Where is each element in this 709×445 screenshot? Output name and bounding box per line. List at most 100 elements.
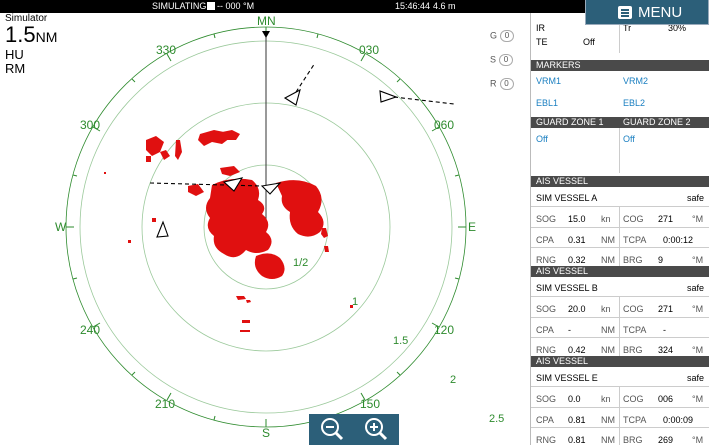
gain-label: G bbox=[490, 30, 498, 41]
vessel-state: safe bbox=[687, 283, 705, 293]
cpa-value: 0.31 bbox=[568, 235, 586, 245]
cog-unit: °M bbox=[692, 394, 704, 404]
guard-zone-2-header: GUARD ZONE 2 bbox=[623, 117, 691, 127]
guard-zone-1-value[interactable]: Off bbox=[536, 134, 548, 144]
sog-unit: kn bbox=[601, 304, 611, 314]
rng-label: RNG bbox=[536, 345, 556, 355]
brg-label: BRG bbox=[623, 345, 643, 355]
ais-vessel-card[interactable]: SIM VESSEL B safe SOG 20.0 kn COG 271 °M… bbox=[531, 277, 709, 357]
radar-info: Simulator 1.5NM HU RM bbox=[5, 13, 57, 76]
ir-label: IR bbox=[536, 23, 545, 33]
sea-control[interactable]: S0 bbox=[490, 54, 514, 66]
rain-control[interactable]: R0 bbox=[490, 78, 514, 90]
cog-value: 271 bbox=[658, 214, 674, 224]
rng-value: 0.32 bbox=[568, 255, 586, 265]
echo-small-1 bbox=[175, 140, 182, 160]
echo-cluster-east bbox=[276, 180, 324, 237]
vessel-name: SIM VESSEL B bbox=[536, 283, 598, 293]
ais-vessel-header: AIS VESSEL bbox=[531, 176, 709, 187]
ais-vessel-b-icon[interactable] bbox=[283, 88, 301, 106]
ring-label-2-5: 2.5 bbox=[489, 413, 505, 425]
ais-vessel-a-icon[interactable] bbox=[260, 182, 282, 195]
brg-unit: °M bbox=[692, 435, 704, 445]
brg-unit: °M bbox=[692, 255, 704, 265]
ais-vessel-card[interactable]: SIM VESSEL E safe SOG 0.0 kn COG 006 °M … bbox=[531, 367, 709, 445]
menu-button[interactable]: MENU bbox=[585, 0, 709, 25]
ais-vessel-e-vector bbox=[393, 96, 455, 105]
tcpa-label: TCPA bbox=[623, 415, 647, 425]
ring-label-1: 1 bbox=[352, 296, 359, 308]
zoom-out-button[interactable] bbox=[319, 416, 345, 442]
guard-zone-header: GUARD ZONE 1 GUARD ZONE 2 bbox=[531, 117, 709, 128]
bearing-label-e: E bbox=[468, 220, 477, 234]
echo-small-2 bbox=[220, 166, 240, 176]
ais-vessel-header: AIS VESSEL bbox=[531, 356, 709, 367]
radar-display[interactable]: MN 330 030 300 060 W E 240 120 210 150 S… bbox=[0, 13, 530, 445]
bearing-label-mn: MN bbox=[257, 14, 276, 28]
rain-label: R bbox=[490, 78, 497, 89]
gain-knob[interactable]: 0 bbox=[500, 30, 515, 42]
status-depth: 4.6 m bbox=[433, 1, 456, 11]
ring-label-1-5: 1.5 bbox=[393, 335, 409, 347]
gain-control[interactable]: G0 bbox=[490, 30, 515, 42]
brg-unit: °M bbox=[692, 345, 704, 355]
ais-vessel-card[interactable]: SIM VESSEL A safe SOG 15.0 kn COG 271 °M… bbox=[531, 187, 709, 267]
rng-value: 0.42 bbox=[568, 345, 586, 355]
cpa-unit: NM bbox=[601, 415, 615, 425]
te-value[interactable]: Off bbox=[583, 37, 595, 47]
te-label: TE bbox=[536, 37, 548, 47]
ais-vessel-header: AIS VESSEL bbox=[531, 266, 709, 277]
guard-zone-2-value[interactable]: Off bbox=[623, 134, 635, 144]
cog-value: 006 bbox=[658, 394, 674, 404]
brg-value: 324 bbox=[658, 345, 674, 355]
ebl2-button[interactable]: EBL2 bbox=[623, 98, 645, 108]
tcpa-label: TCPA bbox=[623, 235, 647, 245]
vrm1-button[interactable]: VRM1 bbox=[536, 76, 561, 86]
sea-knob[interactable]: 0 bbox=[499, 54, 514, 66]
rain-knob[interactable]: 0 bbox=[499, 78, 514, 90]
ring-label-half: 1/2 bbox=[293, 257, 309, 269]
zoom-in-button[interactable] bbox=[363, 416, 389, 442]
radar-echoes bbox=[104, 130, 353, 332]
range-readout[interactable]: 1.5NM bbox=[5, 24, 57, 48]
ebl1-button[interactable]: EBL1 bbox=[536, 98, 558, 108]
cpa-label: CPA bbox=[536, 235, 554, 245]
sog-label: SOG bbox=[536, 394, 557, 404]
data-panel: IR TE Off Tr 30% MARKERS VRM1 VRM2 EBL1 … bbox=[530, 13, 709, 445]
motion-mode[interactable]: RM bbox=[5, 62, 57, 76]
bearing-label-150: 150 bbox=[360, 397, 381, 411]
ais-vessel-d-icon[interactable] bbox=[156, 220, 169, 238]
echo-small-3 bbox=[188, 184, 204, 196]
rng-label: RNG bbox=[536, 255, 556, 265]
cog-label: COG bbox=[623, 304, 644, 314]
bearing-label-w: W bbox=[55, 220, 67, 234]
cpa-value: 0.81 bbox=[568, 415, 586, 425]
sea-label: S bbox=[490, 54, 497, 65]
orientation-mode[interactable]: HU bbox=[5, 48, 57, 62]
ais-vessel-e-icon[interactable] bbox=[379, 90, 398, 103]
rng-unit: NM bbox=[601, 435, 615, 445]
vrm2-button[interactable]: VRM2 bbox=[623, 76, 648, 86]
bearing-label-060: 060 bbox=[434, 118, 455, 132]
sog-unit: kn bbox=[601, 394, 611, 404]
sog-value: 0.0 bbox=[568, 394, 581, 404]
brg-value: 9 bbox=[658, 255, 664, 265]
range-unit: NM bbox=[35, 29, 58, 45]
ais-vessel-b-vector bbox=[295, 62, 316, 93]
rng-unit: NM bbox=[601, 345, 615, 355]
guard-zone-section: Off Off bbox=[531, 128, 709, 173]
bearing-label-210: 210 bbox=[155, 397, 176, 411]
ring-label-2: 2 bbox=[450, 374, 457, 386]
cpa-label: CPA bbox=[536, 415, 554, 425]
bearing-label-240: 240 bbox=[80, 323, 101, 337]
echo-cluster-north bbox=[198, 130, 240, 146]
bearing-label-300: 300 bbox=[80, 118, 101, 132]
sog-value: 15.0 bbox=[568, 214, 586, 224]
vessel-state: safe bbox=[687, 373, 705, 383]
bearing-label-s: S bbox=[262, 426, 271, 440]
echo-cluster-nw bbox=[146, 136, 170, 162]
markers-section: VRM1 VRM2 EBL1 EBL2 bbox=[531, 71, 709, 115]
rng-label: RNG bbox=[536, 435, 556, 445]
rng-value: 0.81 bbox=[568, 435, 586, 445]
cog-unit: °M bbox=[692, 214, 704, 224]
